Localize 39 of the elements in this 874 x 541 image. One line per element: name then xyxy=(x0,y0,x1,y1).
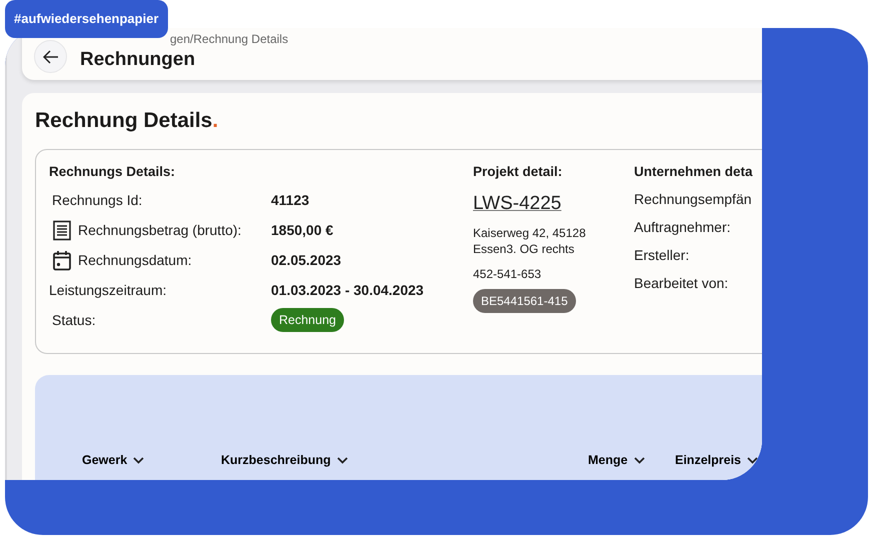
field-value: 01.03.2023 - 30.04.2023 xyxy=(271,280,424,300)
back-arrow-icon xyxy=(42,50,58,64)
field-value: 1850,00 € xyxy=(271,220,334,240)
chevron-down-icon xyxy=(747,456,758,464)
status-badge: Rechnung xyxy=(271,308,344,332)
field-label: Rechnungsbetrag (brutto): xyxy=(78,220,242,240)
column-header[interactable]: Einzelpreis xyxy=(675,447,758,473)
breadcrumb: gen/Rechnung Details xyxy=(170,32,288,46)
title-dot: . xyxy=(212,109,218,132)
section-title: Rechnung Details xyxy=(35,109,212,132)
field-label: Leistungszeitraum: xyxy=(49,280,167,300)
reference-badge: BE5441561-415 xyxy=(473,288,576,312)
column-header[interactable]: Kurzbeschreibung xyxy=(221,447,348,473)
field-value: 02.05.2023 xyxy=(271,250,342,270)
company-heading: Unternehmen deta xyxy=(634,163,754,181)
chevron-down-icon xyxy=(634,456,645,464)
field-label: Auftragnehmer: xyxy=(634,219,730,235)
address-line: Essen3. OG rechts xyxy=(473,240,576,256)
address-line: Kaiserweg 42, 45128 xyxy=(473,224,587,240)
field-value: 41123 xyxy=(271,190,310,210)
chevron-down-icon xyxy=(336,456,348,464)
back-button[interactable] xyxy=(34,40,67,73)
calendar-icon xyxy=(52,250,72,270)
hashtag-label: #aufwiedersehenpapier xyxy=(5,0,168,38)
column-header[interactable]: Menge xyxy=(588,447,645,473)
field-label: Bearbeitet von: xyxy=(634,275,728,291)
receipt-icon xyxy=(52,220,72,240)
chevron-down-icon xyxy=(133,456,144,464)
field-label: Ersteller: xyxy=(634,247,690,263)
field-label: Rechnungsdatum: xyxy=(78,250,192,270)
field-label: Status: xyxy=(52,310,96,330)
page-title: Rechnungen xyxy=(80,48,196,72)
project-heading: Projekt detail: xyxy=(473,163,564,181)
field-label: Rechnungsempfän xyxy=(634,191,752,207)
phone-number: 452-541-653 xyxy=(473,266,542,280)
project-link[interactable]: LWS-4225 xyxy=(473,190,562,218)
field-label: Rechnungs Id: xyxy=(52,190,142,210)
invoice-heading: Rechnungs Details: xyxy=(49,163,176,181)
column-header[interactable]: Gewerk xyxy=(82,447,144,473)
